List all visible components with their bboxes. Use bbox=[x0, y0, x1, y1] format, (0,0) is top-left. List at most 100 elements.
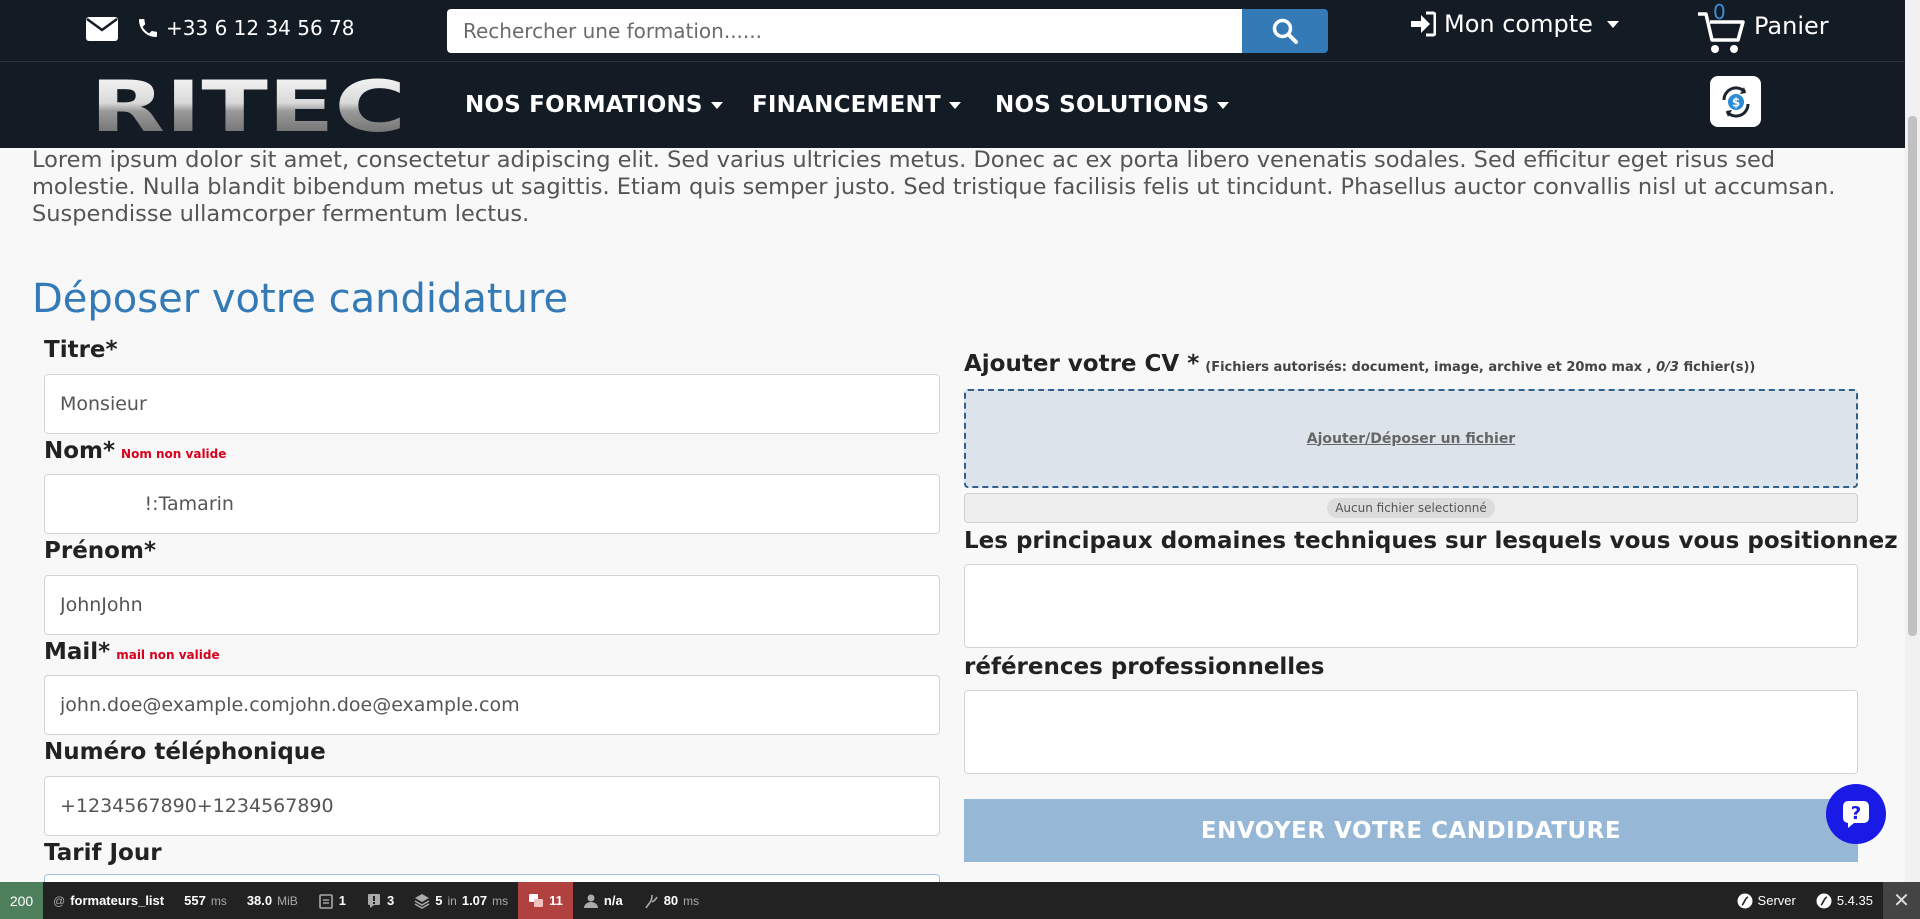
tarif-label: Tarif Jour bbox=[44, 840, 162, 866]
symfony-icon bbox=[1737, 893, 1753, 908]
server-label: Server bbox=[1757, 893, 1796, 908]
time-item[interactable]: 557 ms bbox=[174, 882, 237, 919]
nom-field[interactable] bbox=[44, 474, 940, 534]
domaines-textarea[interactable] bbox=[964, 564, 1858, 648]
nav-solutions-label: NOS SOLUTIONS bbox=[995, 92, 1210, 118]
mail-field[interactable] bbox=[44, 675, 940, 735]
forms-count: 1 bbox=[338, 893, 347, 908]
prenom-label-text: Prénom* bbox=[44, 538, 156, 564]
logo-text: RITEC bbox=[90, 75, 406, 137]
cv-label-text: Ajouter votre CV * bbox=[964, 351, 1200, 377]
prenom-field[interactable] bbox=[44, 575, 940, 635]
submit-button[interactable]: ENVOYER VOTRE CANDIDATURE bbox=[964, 799, 1858, 862]
debug-toolbar: 200 @ formateurs_list 557 ms 38.0 MiB 1 … bbox=[0, 882, 1920, 919]
symfony-icon bbox=[1816, 893, 1832, 908]
titre-label: Titre* bbox=[44, 337, 118, 363]
translation-item[interactable]: 11 bbox=[518, 882, 573, 919]
cv-hint-suffix: fichier(s)) bbox=[1683, 360, 1756, 375]
nav-financement-label: FINANCEMENT bbox=[752, 92, 941, 118]
tel-label: Numéro téléphonique bbox=[44, 739, 326, 765]
search-icon bbox=[1272, 18, 1298, 44]
domaines-label: Les principaux domaines techniques sur l… bbox=[964, 528, 1898, 554]
cart-count: 0 bbox=[1713, 0, 1726, 24]
nom-label-text: Nom* bbox=[44, 438, 116, 464]
twig-time: 80 bbox=[663, 893, 679, 908]
logs-count: 3 bbox=[387, 893, 395, 908]
route-item[interactable]: @ formateurs_list bbox=[43, 882, 174, 919]
chevron-down-icon bbox=[1606, 20, 1619, 28]
nom-label: Nom* Nom non valide bbox=[44, 438, 226, 464]
tarif-label-text: Tarif Jour bbox=[44, 840, 162, 866]
time-unit: ms bbox=[210, 893, 227, 908]
envelope-icon[interactable] bbox=[86, 17, 118, 41]
mail-error: mail non valide bbox=[116, 648, 220, 662]
route-name: formateurs_list bbox=[70, 893, 165, 908]
dollar-refresh-icon: $ bbox=[1721, 85, 1750, 118]
debug-right: Server 5.4.35 ✕ bbox=[1727, 882, 1920, 919]
cart-label: Panier bbox=[1754, 12, 1829, 40]
clipboard-icon bbox=[318, 893, 333, 909]
nav-formations[interactable]: NOS FORMATIONS bbox=[465, 92, 723, 118]
user-item[interactable]: n/a bbox=[573, 882, 633, 919]
logs-item[interactable]: 3 bbox=[356, 882, 404, 919]
currency-button[interactable]: $ bbox=[1710, 76, 1761, 127]
phone-number: +33 6 12 34 56 78 bbox=[166, 16, 355, 40]
no-file-badge: Aucun fichier selectionné bbox=[1327, 498, 1495, 518]
dropzone-link[interactable]: Ajouter/Déposer un fichier bbox=[1307, 431, 1515, 447]
references-textarea[interactable] bbox=[964, 690, 1858, 774]
cart-button[interactable]: 0 Panier bbox=[1696, 0, 1836, 58]
translation-icon bbox=[529, 893, 544, 907]
help-button[interactable]: ? bbox=[1826, 784, 1886, 844]
memory-value: 38.0 bbox=[246, 893, 273, 908]
ritec-logo[interactable]: RITEC bbox=[88, 75, 408, 137]
status-badge[interactable]: 200 bbox=[0, 882, 43, 919]
cache-item[interactable]: 5 in 1.07 ms bbox=[404, 882, 518, 919]
close-icon[interactable]: ✕ bbox=[1883, 882, 1920, 919]
cache-time: 1.07 bbox=[461, 893, 488, 908]
cv-hint-prefix: (Fichiers autorisés: document, image, ar… bbox=[1205, 360, 1652, 375]
user-value: n/a bbox=[603, 893, 623, 908]
nav-solutions[interactable]: NOS SOLUTIONS bbox=[995, 92, 1230, 118]
memory-item[interactable]: 38.0 MiB bbox=[237, 882, 308, 919]
chevron-down-icon bbox=[1217, 101, 1230, 109]
file-status-bar: Aucun fichier selectionné bbox=[964, 493, 1858, 523]
chevron-down-icon bbox=[948, 101, 961, 109]
tel-field[interactable] bbox=[44, 776, 940, 836]
sign-in-icon bbox=[1411, 11, 1436, 37]
phone-icon bbox=[139, 19, 157, 37]
prenom-label: Prénom* bbox=[44, 538, 156, 564]
server-item[interactable]: Server bbox=[1727, 882, 1806, 919]
nav-financement[interactable]: FINANCEMENT bbox=[752, 92, 961, 118]
cache-in: in bbox=[447, 893, 457, 908]
cv-label: Ajouter votre CV * (Fichiers autorisés: … bbox=[964, 351, 1755, 377]
layers-icon bbox=[414, 893, 430, 909]
titre-label-text: Titre* bbox=[44, 337, 118, 363]
user-icon bbox=[583, 894, 598, 908]
cache-count: 5 bbox=[435, 893, 443, 908]
phone-contact[interactable]: +33 6 12 34 56 78 bbox=[136, 16, 355, 40]
memory-unit: MiB bbox=[277, 893, 298, 908]
nav-formations-label: NOS FORMATIONS bbox=[465, 92, 703, 118]
twig-unit: ms bbox=[683, 893, 700, 908]
titre-field[interactable] bbox=[44, 374, 940, 434]
chevron-down-icon bbox=[710, 101, 723, 109]
search-input[interactable] bbox=[447, 9, 1243, 53]
twig-item[interactable]: 80 ms bbox=[633, 882, 709, 919]
page-title: Déposer votre candidature bbox=[32, 276, 569, 322]
cv-hint: (Fichiers autorisés: document, image, ar… bbox=[1205, 360, 1755, 375]
nom-error: Nom non valide bbox=[121, 447, 227, 461]
version-item[interactable]: 5.4.35 bbox=[1806, 882, 1883, 919]
mail-label: Mail* mail non valide bbox=[44, 639, 220, 665]
twig-icon bbox=[645, 894, 658, 908]
forms-item[interactable]: 1 bbox=[308, 882, 356, 919]
scrollbar-thumb[interactable] bbox=[1908, 116, 1917, 636]
search-button[interactable] bbox=[1242, 9, 1328, 53]
translation-count: 11 bbox=[549, 893, 563, 908]
route-prefix: @ bbox=[53, 893, 66, 908]
account-menu[interactable]: Mon compte bbox=[1410, 10, 1619, 38]
file-dropzone[interactable]: Ajouter/Déposer un fichier bbox=[964, 389, 1858, 488]
question-icon: ? bbox=[1843, 801, 1869, 828]
references-label: références professionnelles bbox=[964, 654, 1325, 680]
alert-icon bbox=[368, 893, 381, 908]
intro-text: Lorem ipsum dolor sit amet, consectetur … bbox=[32, 147, 1836, 227]
